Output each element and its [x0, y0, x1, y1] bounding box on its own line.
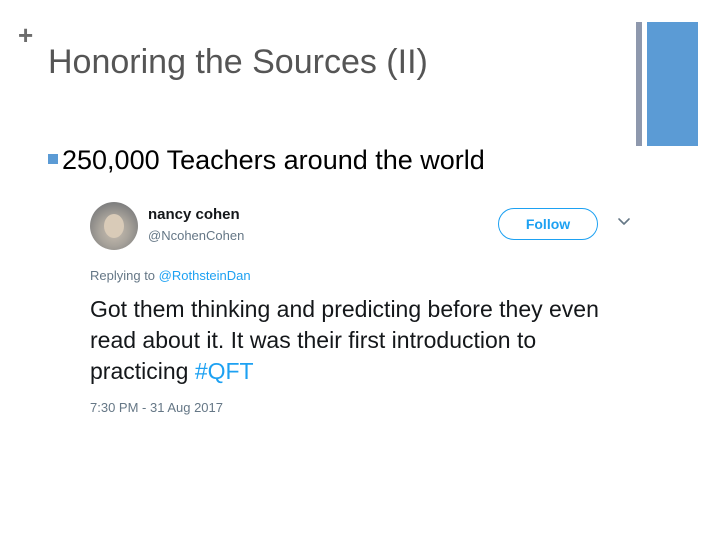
slide: + Honoring the Sources (II) 250,000 Teac… — [0, 0, 720, 540]
bullet-marker-icon — [48, 153, 58, 164]
tweet-author-handle[interactable]: @NcohenCohen — [148, 228, 244, 243]
tweet-timestamp[interactable]: 7:30 PM - 31 Aug 2017 — [90, 400, 223, 415]
replying-to-line: Replying to @RothsteinDan — [90, 268, 251, 283]
tweet-card: nancy cohen @NcohenCohen Follow Replying… — [80, 196, 640, 428]
tweet-author-name[interactable]: nancy cohen — [148, 206, 240, 223]
bullet-text: 250,000 Teachers around the world — [62, 145, 485, 175]
bullet-item: 250,000 Teachers around the world — [48, 144, 485, 176]
avatar-head — [104, 214, 124, 238]
reply-mention-link[interactable]: @RothsteinDan — [159, 268, 251, 283]
chevron-down-icon[interactable] — [616, 214, 632, 230]
avatar[interactable] — [90, 202, 138, 250]
hashtag-link[interactable]: #QFT — [195, 358, 254, 384]
decorative-bar-thick — [647, 22, 698, 146]
slide-title: Honoring the Sources (II) — [48, 43, 428, 81]
plus-icon: + — [18, 20, 34, 50]
decorative-bar-thin — [636, 22, 642, 146]
tweet-body: Got them thinking and predicting before … — [90, 296, 599, 384]
tweet-text: Got them thinking and predicting before … — [90, 294, 640, 387]
follow-button[interactable]: Follow — [498, 208, 598, 240]
replying-prefix: Replying to — [90, 268, 159, 283]
